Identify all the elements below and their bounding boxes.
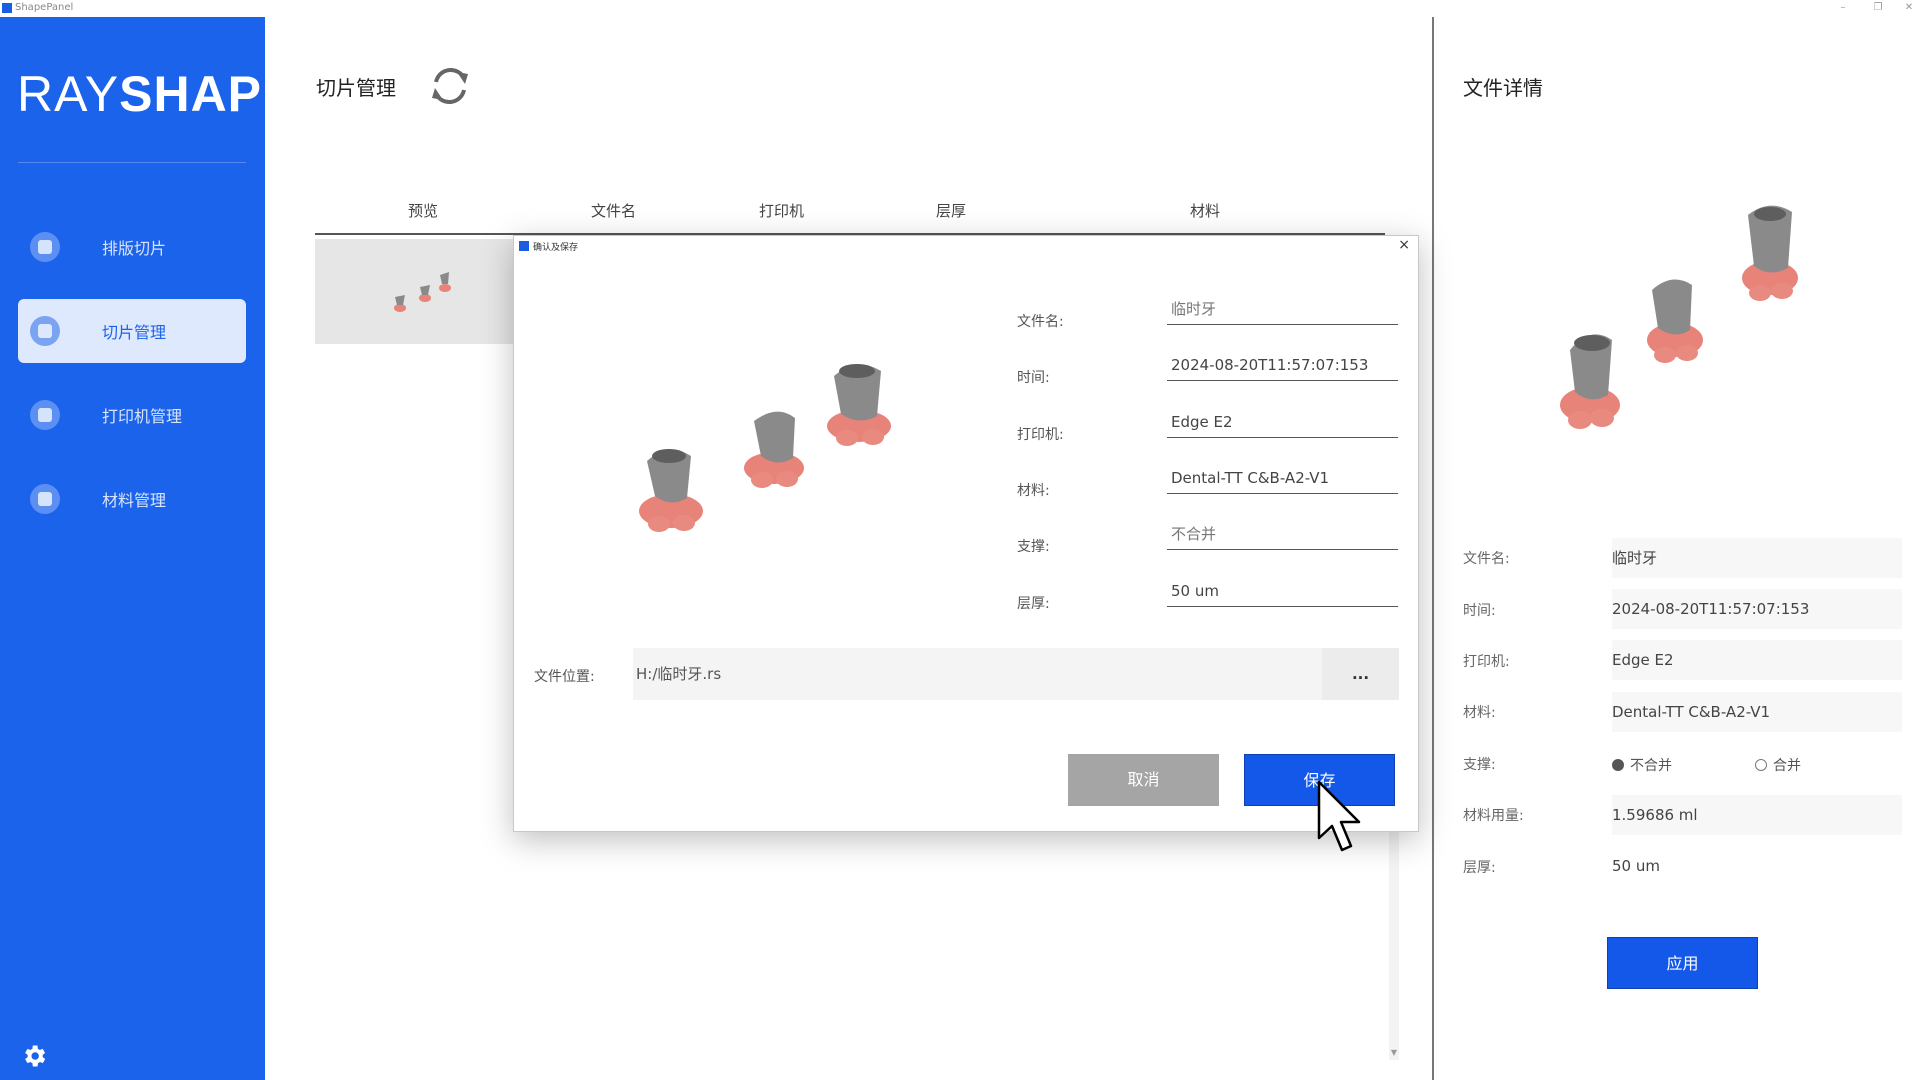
app-window: ShapePanel – ❐ ✕ RAYSHAPE 排版切片 切片管理 打印机管… (0, 0, 1920, 1080)
sidebar-item-label: 排版切片 (102, 239, 167, 258)
detail-label-layer: 层厚: (1463, 860, 1496, 876)
column-header-printer[interactable]: 打印机 (759, 200, 804, 221)
layer-thickness-field[interactable]: 50 um (1167, 580, 1398, 607)
browse-button[interactable]: ... (1322, 648, 1399, 700)
time-field[interactable]: 2024-08-20T11:57:07:153 (1167, 354, 1398, 381)
sidebar-item-label: 切片管理 (102, 323, 167, 342)
title-bar: ShapePanel – ❐ ✕ (0, 0, 1920, 17)
radio-label: 不合并 (1630, 758, 1672, 774)
dialog-app-icon (519, 241, 529, 251)
filename-field[interactable]: 临时牙 (1167, 298, 1398, 325)
detail-label-support: 支撑: (1463, 757, 1496, 773)
page-title: 切片管理 (316, 76, 396, 100)
sidebar-item-layout-slice[interactable]: 排版切片 (18, 215, 246, 279)
rayshape-logo: RAYSHAPE (17, 65, 296, 123)
slice-manage-icon (30, 316, 60, 346)
support-field[interactable]: 不合并 (1167, 523, 1398, 550)
field-label-printer: 打印机: (1017, 427, 1064, 443)
radio-unselected-icon (1755, 759, 1767, 771)
support-radio-merge[interactable]: 合并 (1755, 755, 1801, 775)
dialog-title-bar: 确认及保存 × (514, 236, 1418, 256)
dialog-title: 确认及保存 (533, 243, 579, 253)
apply-button[interactable]: 应用 (1607, 937, 1758, 989)
detail-value-material-usage: 1.59686 ml (1612, 795, 1902, 835)
detail-value-material: Dental-TT C&B-A2-V1 (1612, 692, 1902, 732)
field-label-material: 材料: (1017, 483, 1050, 499)
field-label-time: 时间: (1017, 370, 1050, 386)
mouse-cursor-icon (1317, 780, 1361, 852)
column-header-layer[interactable]: 层厚 (936, 200, 966, 221)
detail-label-material: 材料: (1463, 705, 1496, 721)
detail-model-preview (1560, 205, 1798, 429)
column-header-preview[interactable]: 预览 (408, 200, 438, 221)
detail-label-material-usage: 材料用量: (1463, 808, 1524, 824)
sidebar-item-label: 打印机管理 (102, 407, 183, 426)
detail-value-filename: 临时牙 (1612, 538, 1902, 578)
logo-light-text: RAY (17, 66, 120, 122)
detail-label-filename: 文件名: (1463, 551, 1510, 567)
detail-label-printer: 打印机: (1463, 654, 1510, 670)
column-header-material[interactable]: 材料 (1190, 200, 1220, 221)
sidebar-divider (18, 162, 246, 163)
column-header-filename[interactable]: 文件名 (591, 200, 636, 221)
sidebar-item-material-manage[interactable]: 材料管理 (18, 467, 246, 531)
field-label-support: 支撑: (1017, 539, 1050, 555)
gear-icon[interactable] (20, 1042, 48, 1070)
detail-value-layer: 50 um (1612, 857, 1660, 875)
panel-divider (1432, 17, 1434, 1080)
scroll-down-icon[interactable]: ▼ (1389, 1048, 1399, 1058)
layout-slice-icon (30, 232, 60, 262)
detail-label-time: 时间: (1463, 603, 1496, 619)
minimize-button[interactable]: – (1832, 1, 1854, 15)
field-label-layer: 层厚: (1017, 596, 1050, 612)
table-row[interactable] (315, 239, 515, 344)
dialog-close-button[interactable]: × (1398, 237, 1410, 253)
sidebar: RAYSHAPE 排版切片 切片管理 打印机管理 材料管理 (0, 17, 295, 1080)
app-icon (2, 3, 12, 13)
window-title: ShapePanel (15, 2, 74, 13)
refresh-icon[interactable] (424, 62, 476, 110)
detail-value-printer: Edge E2 (1612, 640, 1902, 680)
logo-bold-text: SHAPE (119, 66, 297, 122)
cancel-button[interactable]: 取消 (1068, 754, 1219, 806)
file-location-label: 文件位置: (534, 669, 595, 685)
radio-selected-icon (1612, 759, 1624, 771)
printer-field[interactable]: Edge E2 (1167, 411, 1398, 438)
sidebar-item-label: 材料管理 (102, 491, 167, 510)
radio-label: 合并 (1773, 758, 1801, 774)
detail-value-time: 2024-08-20T11:57:07:153 (1612, 589, 1902, 629)
save-dialog: 确认及保存 × 文件名: 临时牙 时间: 2024-08-20T11:57:07… (513, 235, 1419, 832)
sidebar-item-slice-manage[interactable]: 切片管理 (18, 299, 246, 363)
printer-manage-icon (30, 400, 60, 430)
material-field[interactable]: Dental-TT C&B-A2-V1 (1167, 467, 1398, 494)
row-preview-thumbnail (394, 272, 451, 312)
support-radio-not-merge[interactable]: 不合并 (1612, 755, 1672, 775)
restore-button[interactable]: ❐ (1867, 1, 1889, 15)
detail-title: 文件详情 (1463, 76, 1543, 100)
field-label-filename: 文件名: (1017, 314, 1064, 330)
dialog-model-preview (639, 364, 891, 532)
close-window-button[interactable]: ✕ (1898, 1, 1920, 15)
sidebar-item-printer-manage[interactable]: 打印机管理 (18, 383, 246, 447)
material-manage-icon (30, 484, 60, 514)
file-location-input[interactable]: H:/临时牙.rs (633, 648, 1323, 700)
